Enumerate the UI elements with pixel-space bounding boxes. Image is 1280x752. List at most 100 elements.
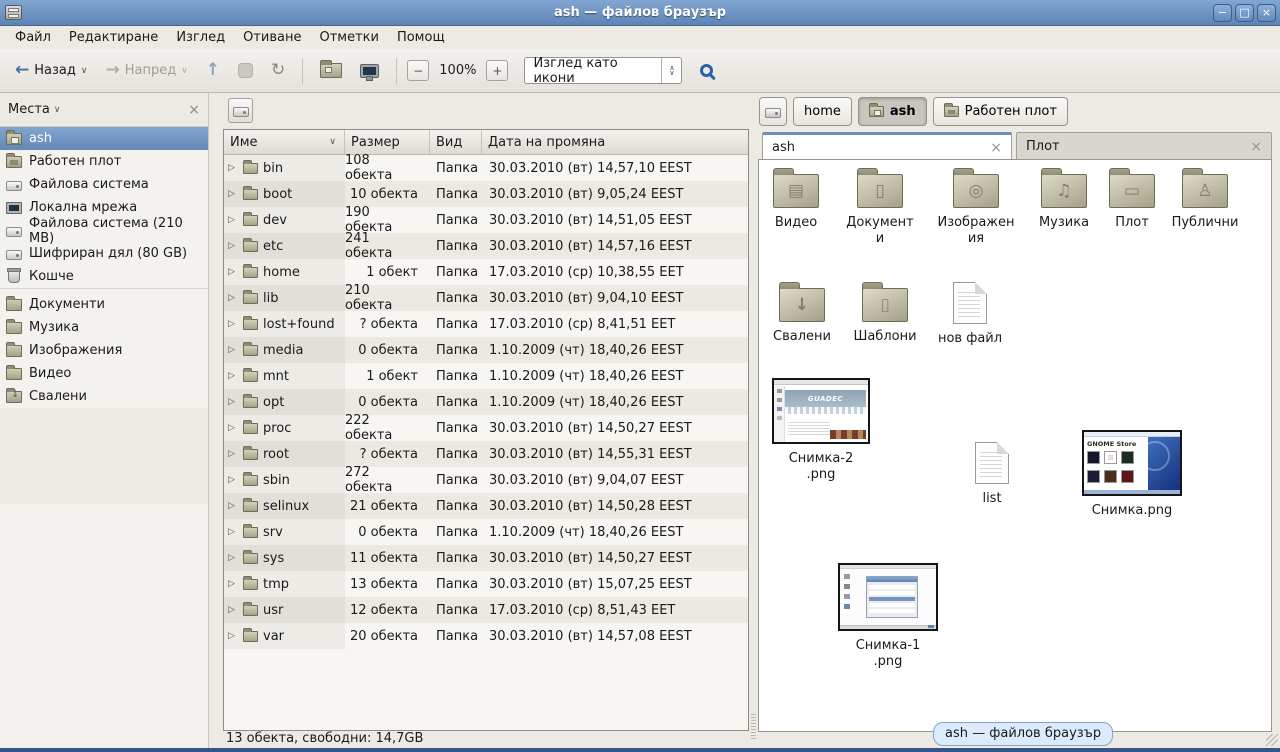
expander-icon[interactable] [228, 345, 238, 355]
file-snimka-2[interactable]: GUADEC Снимка-2.png [772, 378, 870, 484]
folder-images[interactable]: Изображения [937, 166, 1015, 248]
maximize-button[interactable]: □ [1235, 4, 1254, 22]
expander-icon[interactable] [228, 319, 238, 329]
sidebar-item[interactable]: Видео [0, 362, 208, 385]
folder-music[interactable]: Музика [1028, 166, 1100, 231]
table-row[interactable]: selinux 21 обекта Папка 30.03.2010 (вт) … [224, 493, 748, 519]
folder-public[interactable]: Публични [1169, 166, 1241, 231]
column-header-kind[interactable]: Вид [430, 130, 482, 154]
home-button[interactable] [313, 58, 349, 83]
path-ash-button[interactable]: ash [858, 97, 927, 126]
expander-icon[interactable] [228, 423, 238, 433]
sidebar-item[interactable]: Шифриран дял (80 GB) [0, 242, 208, 265]
root-button[interactable] [759, 97, 787, 126]
taskbar-tooltip[interactable]: ash — файлов браузър [933, 722, 1113, 746]
folder-templates[interactable]: Шаблони [849, 280, 921, 345]
pane-splitter[interactable] [209, 93, 216, 748]
table-row[interactable]: media 0 обекта Папка 1.10.2009 (чт) 18,4… [224, 337, 748, 363]
reload-button[interactable]: ↻ [264, 57, 292, 84]
view-mode-select[interactable]: Изглед като икони ∧ ∨ [524, 57, 682, 84]
sidebar-item[interactable]: Работен плот [0, 150, 208, 173]
expander-icon[interactable] [228, 631, 238, 641]
menu-file[interactable]: Файл [6, 28, 60, 47]
resize-grip[interactable] [1266, 734, 1278, 746]
sidebar-item[interactable]: Музика [0, 316, 208, 339]
table-row[interactable]: sbin 272 обекта Папка 30.03.2010 (вт) 9,… [224, 467, 748, 493]
menu-bookmarks[interactable]: Отметки [310, 28, 387, 47]
file-new-file[interactable]: нов файл [934, 282, 1006, 347]
back-dropdown-icon[interactable]: ∨ [81, 66, 88, 76]
table-row[interactable]: lib 210 обекта Папка 30.03.2010 (вт) 9,0… [224, 285, 748, 311]
expander-icon[interactable] [228, 553, 238, 563]
table-row[interactable]: dev 190 обекта Папка 30.03.2010 (вт) 14,… [224, 207, 748, 233]
close-icon[interactable]: × [1250, 139, 1262, 155]
path-home-button[interactable]: home [793, 97, 852, 126]
places-selector[interactable]: Места [8, 102, 50, 117]
path-desktop-button[interactable]: Работен плот [933, 97, 1068, 126]
stop-button[interactable] [231, 58, 260, 83]
table-row[interactable]: bin 108 обекта Папка 30.03.2010 (вт) 14,… [224, 155, 748, 181]
sidebar-item[interactable]: Документи [0, 293, 208, 316]
table-row[interactable]: sys 11 обекта Папка 30.03.2010 (вт) 14,5… [224, 545, 748, 571]
table-row[interactable]: var 20 обекта Папка 30.03.2010 (вт) 14,5… [224, 623, 748, 649]
column-header-size[interactable]: Размер [345, 130, 430, 154]
file-list[interactable]: list [957, 442, 1027, 507]
menu-view[interactable]: Изглед [167, 28, 234, 47]
folder-video[interactable]: Видео [760, 166, 832, 231]
spinner-icons[interactable]: ∧ ∨ [661, 58, 681, 83]
expander-icon[interactable] [228, 449, 238, 459]
table-row[interactable]: home 1 обект Папка 17.03.2010 (ср) 10,38… [224, 259, 748, 285]
table-row[interactable]: root ? обекта Папка 30.03.2010 (вт) 14,5… [224, 441, 748, 467]
expander-icon[interactable] [228, 501, 238, 511]
folder-desktop[interactable]: Плот [1096, 166, 1168, 231]
tree-root-button[interactable] [228, 98, 253, 123]
expander-icon[interactable] [228, 293, 238, 303]
table-row[interactable]: proc 222 обекта Папка 30.03.2010 (вт) 14… [224, 415, 748, 441]
sidebar-item[interactable]: Файлова система (210 MB) [0, 219, 208, 242]
expander-icon[interactable] [228, 527, 238, 537]
forward-dropdown-icon[interactable]: ∨ [181, 66, 188, 76]
pane-splitter[interactable] [750, 93, 757, 748]
forward-button[interactable]: → Напред ∨ [98, 57, 194, 84]
tab-ash[interactable]: ash × [762, 132, 1012, 160]
close-button[interactable]: × [1257, 4, 1276, 22]
expander-icon[interactable] [228, 163, 238, 173]
search-button[interactable] [696, 60, 717, 81]
table-row[interactable]: mnt 1 обект Папка 1.10.2009 (чт) 18,40,2… [224, 363, 748, 389]
sidebar-item[interactable]: ash [0, 127, 208, 150]
up-button[interactable]: ↑ [199, 57, 227, 84]
table-row[interactable]: srv 0 обекта Папка 1.10.2009 (чт) 18,40,… [224, 519, 748, 545]
expander-icon[interactable] [228, 241, 238, 251]
table-row[interactable]: lost+found ? обекта Папка 17.03.2010 (ср… [224, 311, 748, 337]
expander-icon[interactable] [228, 371, 238, 381]
table-row[interactable]: usr 12 обекта Папка 17.03.2010 (ср) 8,51… [224, 597, 748, 623]
expander-icon[interactable] [228, 397, 238, 407]
folder-documents[interactable]: Документи [844, 166, 916, 248]
computer-button[interactable] [353, 59, 386, 83]
column-header-date[interactable]: Дата на промяна [482, 130, 748, 154]
sidebar-close-button[interactable]: × [188, 102, 200, 118]
table-row[interactable]: boot 10 обекта Папка 30.03.2010 (вт) 9,0… [224, 181, 748, 207]
expander-icon[interactable] [228, 267, 238, 277]
sidebar-item[interactable]: Файлова система [0, 173, 208, 196]
menu-edit[interactable]: Редактиране [60, 28, 167, 47]
table-row[interactable]: tmp 13 обекта Папка 30.03.2010 (вт) 15,0… [224, 571, 748, 597]
back-button[interactable]: ← Назад ∨ [8, 57, 94, 84]
sidebar-item[interactable]: Свалени [0, 385, 208, 408]
menu-go[interactable]: Отиване [234, 28, 310, 47]
sidebar-item[interactable]: Кошче [0, 265, 208, 288]
expander-icon[interactable] [228, 605, 238, 615]
folder-downloads[interactable]: Свалени [766, 280, 838, 345]
zoom-out-button[interactable]: − [407, 60, 429, 81]
column-header-name[interactable]: Име ∨ [224, 130, 345, 154]
sidebar-item[interactable]: Изображения [0, 339, 208, 362]
menu-help[interactable]: Помощ [388, 28, 454, 47]
expander-icon[interactable] [228, 215, 238, 225]
close-icon[interactable]: × [990, 140, 1002, 156]
table-row[interactable]: etc 241 обекта Папка 30.03.2010 (вт) 14,… [224, 233, 748, 259]
expander-icon[interactable] [228, 189, 238, 199]
tab-plot[interactable]: Плот × [1016, 132, 1272, 160]
minimize-button[interactable]: − [1213, 4, 1232, 22]
file-snimka-1[interactable]: Снимка-1.png [838, 563, 938, 671]
zoom-in-button[interactable]: + [486, 60, 508, 81]
